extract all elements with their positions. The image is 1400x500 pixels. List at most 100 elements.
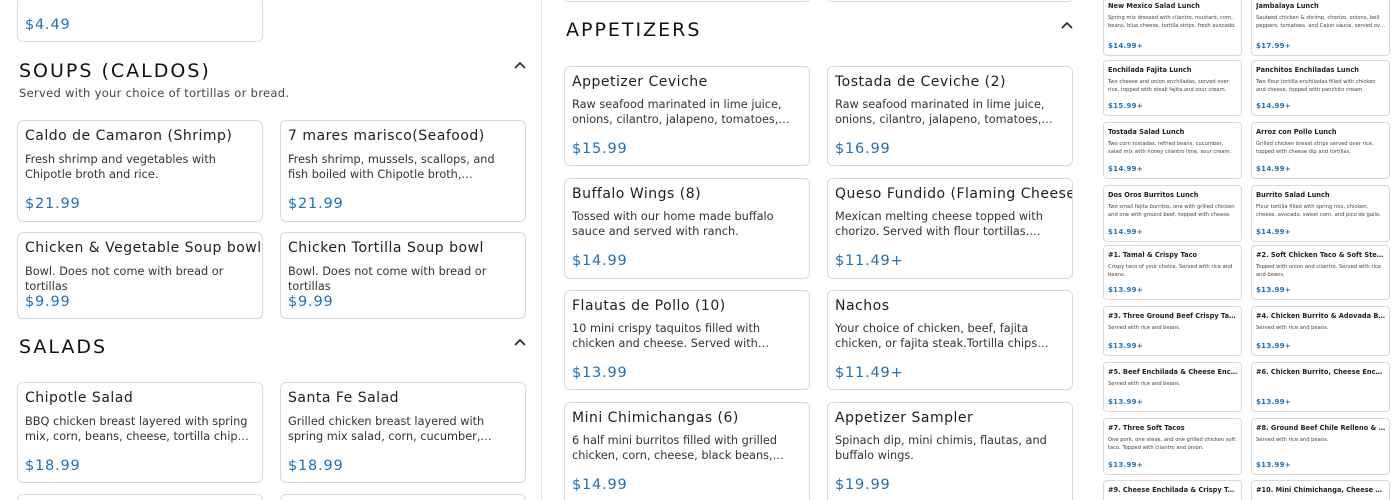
item-price: $14.99+ bbox=[1256, 165, 1291, 173]
lunch-item-card[interactable]: #9. Cheese Enchilada & Crispy Taco bbox=[1103, 480, 1242, 500]
item-price: $16.99 bbox=[835, 141, 891, 157]
lunch-item-card[interactable]: Jambalaya Lunch Sauteed chicken & shrimp… bbox=[1251, 0, 1390, 56]
item-description: Fresh shrimp, mussels, scallops, and fis… bbox=[288, 153, 495, 181]
item-name: Chicken & Vegetable Soup bowl bbox=[25, 240, 262, 256]
section-title-salads: SALADS bbox=[19, 336, 108, 358]
item-description: Your choice of chicken, beef, fajita chi… bbox=[835, 322, 1038, 350]
item-description: Fresh shrimp and vegetables with Chipotl… bbox=[25, 153, 216, 181]
lunch-item-card[interactable]: #8. Ground Beef Chile Relleno & Taco Ser… bbox=[1251, 418, 1390, 475]
lunch-item-card[interactable]: Arroz con Pollo Lunch Grilled chicken br… bbox=[1251, 122, 1390, 179]
menu-item-card-partial[interactable] bbox=[17, 494, 263, 500]
item-price: $14.99 bbox=[572, 253, 628, 269]
item-name: #8. Ground Beef Chile Relleno & Taco bbox=[1256, 424, 1386, 432]
menu-item-card[interactable]: Flautas de Pollo (10) 10 mini crispy taq… bbox=[564, 290, 810, 390]
menu-item-card[interactable]: Chipotle Salad BBQ chicken breast layere… bbox=[17, 382, 263, 483]
lunch-item-card[interactable]: Enchilada Fajita Lunch Two cheese and on… bbox=[1103, 60, 1242, 116]
item-price: $14.99+ bbox=[1256, 228, 1291, 236]
item-name: Santa Fe Salad bbox=[288, 390, 400, 406]
item-price: $15.99 bbox=[572, 141, 628, 157]
item-price: $14.99+ bbox=[1108, 42, 1143, 50]
lunch-item-card[interactable]: #4. Chicken Burrito & Adovada Burrito Se… bbox=[1251, 306, 1390, 356]
menu-item-card[interactable]: Queso Fundido (Flaming Cheese) Mexican m… bbox=[827, 178, 1073, 279]
item-description: One pork, one steak, and one grilled chi… bbox=[1108, 437, 1236, 451]
menu-item-card[interactable]: Appetizer Sampler Spinach dip, mini chim… bbox=[827, 402, 1073, 500]
menu-item-card[interactable]: Santa Fe Salad Grilled chicken breast la… bbox=[280, 382, 526, 483]
item-price: $14.99 bbox=[572, 477, 628, 493]
item-price: $18.99 bbox=[288, 458, 344, 474]
item-name: Mini Chimichangas (6) bbox=[572, 410, 739, 426]
menu-item-card[interactable]: Mini Chimichangas (6) 6 half mini burrit… bbox=[564, 402, 810, 500]
item-name: Flautas de Pollo (10) bbox=[572, 298, 726, 314]
item-name: Enchilada Fajita Lunch bbox=[1108, 66, 1192, 74]
lunch-item-card[interactable]: Tostada Salad Lunch Two corn tostadas, r… bbox=[1103, 122, 1242, 179]
item-price: $13.99 bbox=[572, 365, 628, 381]
chevron-up-icon[interactable] bbox=[1060, 20, 1074, 30]
chevron-up-icon[interactable] bbox=[513, 337, 527, 347]
item-name: Chipotle Salad bbox=[25, 390, 134, 406]
menu-item-card[interactable]: Buffalo Wings (8) Tossed with our home m… bbox=[564, 178, 810, 279]
lunch-item-card[interactable]: Burrito Salad Lunch Flour tortilla fille… bbox=[1251, 185, 1390, 242]
item-price: $15.99+ bbox=[1108, 102, 1143, 110]
menu-item-card[interactable]: Chicken Tortilla Soup bowl Bowl. Does no… bbox=[280, 232, 526, 319]
menu-item-card[interactable]: 7 mares marisco(Seafood) Fresh shrimp, m… bbox=[280, 120, 526, 222]
item-description: BBQ chicken breast layered with spring m… bbox=[25, 415, 248, 443]
item-description: Spring mix dressed with cilantro, mustar… bbox=[1108, 15, 1236, 29]
item-description: Tossed with our home made buffalo sauce … bbox=[572, 210, 774, 238]
menu-item-card-partial[interactable] bbox=[280, 494, 526, 500]
item-name: #5. Beef Enchilada & Cheese Enchilada bbox=[1108, 368, 1238, 376]
item-description: Served with rice and beans. bbox=[1108, 325, 1181, 331]
item-description: Two corn tostadas, refried beans, cucumb… bbox=[1108, 141, 1232, 155]
item-name: Tostada Salad Lunch bbox=[1108, 128, 1185, 136]
item-name: #4. Chicken Burrito & Adovada Burrito bbox=[1256, 312, 1386, 320]
item-name: Nachos bbox=[835, 298, 890, 314]
menu-item-card-partial[interactable] bbox=[827, 0, 1073, 2]
item-price: $13.99+ bbox=[1108, 461, 1143, 469]
item-price: $13.99+ bbox=[1256, 461, 1291, 469]
lunch-item-card[interactable]: #1. Tamal & Crispy Taco Crispy taco of y… bbox=[1103, 245, 1242, 300]
item-description: Raw seafood marinated in lime juice, oni… bbox=[572, 98, 782, 126]
menu-item-card[interactable]: Nachos Your choice of chicken, beef, faj… bbox=[827, 290, 1073, 390]
menu-item-card[interactable]: Chicken & Vegetable Soup bowl Bowl. Does… bbox=[17, 232, 263, 319]
lunch-item-card[interactable]: #3. Three Ground Beef Crispy Tacos Serve… bbox=[1103, 306, 1242, 356]
lunch-item-card[interactable]: #10. Mini Chimichanga, Cheese Enchilada bbox=[1251, 480, 1390, 500]
column-divider bbox=[541, 0, 542, 500]
item-price: $13.99+ bbox=[1108, 342, 1143, 350]
item-price: $21.99 bbox=[25, 196, 81, 212]
menu-item-card[interactable]: Caldo de Camaron (Shrimp) Fresh shrimp a… bbox=[17, 120, 263, 222]
item-name: #2. Soft Chicken Taco & Soft Steak Taco bbox=[1256, 251, 1386, 259]
menu-item-card[interactable]: Appetizer Ceviche Raw seafood marinated … bbox=[564, 66, 810, 166]
chevron-up-icon[interactable] bbox=[513, 60, 527, 70]
item-description: Spinach dip, mini chimis, flautas, and b… bbox=[835, 434, 1047, 462]
item-name: New Mexico Salad Lunch bbox=[1108, 2, 1200, 10]
menu-item-card-partial[interactable]: $4.49 bbox=[17, 0, 263, 42]
item-description: 6 half mini burritos filled with grilled… bbox=[572, 434, 777, 462]
lunch-item-card[interactable]: #5. Beef Enchilada & Cheese Enchilada Se… bbox=[1103, 362, 1242, 412]
lunch-item-card[interactable]: New Mexico Salad Lunch Spring mix dresse… bbox=[1103, 0, 1242, 56]
item-price: $13.99+ bbox=[1108, 286, 1143, 294]
lunch-item-card[interactable]: Dos Oros Burritos Lunch Two small fajita… bbox=[1103, 185, 1242, 242]
item-price: $19.99 bbox=[835, 477, 891, 493]
item-name: #1. Tamal & Crispy Taco bbox=[1108, 251, 1198, 259]
item-name: Caldo de Camaron (Shrimp) bbox=[25, 128, 233, 144]
item-price: $13.99+ bbox=[1256, 342, 1291, 350]
menu-item-card-partial[interactable] bbox=[564, 0, 810, 2]
item-price: $14.99+ bbox=[1256, 102, 1291, 110]
item-description: Served with rice and beans. bbox=[1108, 381, 1181, 387]
lunch-item-card[interactable]: #6. Chicken Burrito, Cheese Enchilada $1… bbox=[1251, 362, 1390, 412]
item-name: #10. Mini Chimichanga, Cheese Enchilada bbox=[1256, 486, 1386, 494]
item-name: Tostada de Ceviche (2) bbox=[835, 74, 1006, 90]
item-price: $9.99 bbox=[25, 294, 71, 310]
lunch-item-card[interactable]: Panchitos Enchiladas Lunch Two flour tor… bbox=[1251, 60, 1390, 116]
item-price: $13.99+ bbox=[1256, 286, 1291, 294]
item-description: Sauteed chicken & shrimp, chorizo, onion… bbox=[1256, 15, 1386, 29]
item-name: Jambalaya Lunch bbox=[1256, 2, 1319, 10]
lunch-item-card[interactable]: #7. Three Soft Tacos One pork, one steak… bbox=[1103, 418, 1242, 475]
item-price: $4.49 bbox=[25, 17, 71, 33]
menu-item-card[interactable]: Tostada de Ceviche (2) Raw seafood marin… bbox=[827, 66, 1073, 166]
item-description: Bowl. Does not come with bread or tortil… bbox=[288, 265, 487, 293]
item-name: Burrito Salad Lunch bbox=[1256, 191, 1330, 199]
lunch-item-card[interactable]: #2. Soft Chicken Taco & Soft Steak Taco … bbox=[1251, 245, 1390, 300]
item-price: $11.49+ bbox=[835, 365, 904, 381]
item-price: $14.99+ bbox=[1108, 165, 1143, 173]
item-description: Grilled chicken breast layered with spri… bbox=[288, 415, 485, 443]
